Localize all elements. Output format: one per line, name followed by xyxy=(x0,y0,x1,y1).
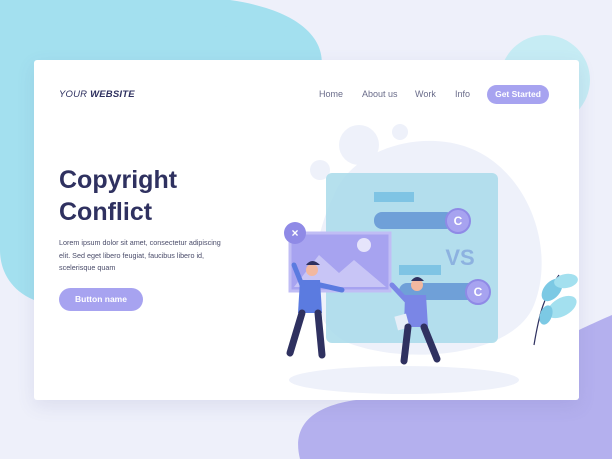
get-started-button[interactable]: Get Started xyxy=(487,85,549,104)
bubble-2 xyxy=(392,124,408,140)
title-line-1: Copyright xyxy=(59,166,178,194)
logo-bold: WEBSITE xyxy=(90,89,135,100)
plant-decoration xyxy=(533,273,578,346)
logo-prefix: YOUR xyxy=(59,89,88,100)
panel-pill-top xyxy=(374,212,454,229)
panel-bar-top xyxy=(374,192,414,202)
hero-description: Lorem ipsum dolor sit amet, consectetur … xyxy=(59,237,239,275)
copyright-symbol-top: C xyxy=(454,214,463,228)
hero-button[interactable]: Button name xyxy=(59,288,143,311)
bubble-1 xyxy=(339,125,379,165)
nav-home[interactable]: Home xyxy=(319,89,343,99)
floor-shadow xyxy=(289,366,519,394)
body-line-2: elit. Sed eget libero feugiat, faucibus … xyxy=(59,250,205,260)
page-title: Copyright Conflict xyxy=(59,164,259,228)
body-line-3: scelerisque quam xyxy=(59,263,116,272)
copyright-conflict-illustration: C VS C × xyxy=(284,124,578,394)
nav-work[interactable]: Work xyxy=(415,89,436,99)
nav-about-us[interactable]: About us xyxy=(362,89,398,99)
image-sun xyxy=(357,238,371,252)
body-line-1: Lorem ipsum dolor sit amet, consectetur … xyxy=(59,238,221,247)
site-logo[interactable]: YOUR WEBSITE xyxy=(59,89,135,100)
copyright-symbol-bottom: C xyxy=(474,285,483,299)
panel-bar-bottom xyxy=(399,265,441,275)
title-line-2: Conflict xyxy=(59,198,153,226)
close-icon: × xyxy=(291,226,298,240)
nav-info[interactable]: Info xyxy=(455,89,470,99)
landing-card: YOUR WEBSITE Home About us Work Info Get… xyxy=(34,60,579,400)
vs-label: VS xyxy=(445,245,474,270)
